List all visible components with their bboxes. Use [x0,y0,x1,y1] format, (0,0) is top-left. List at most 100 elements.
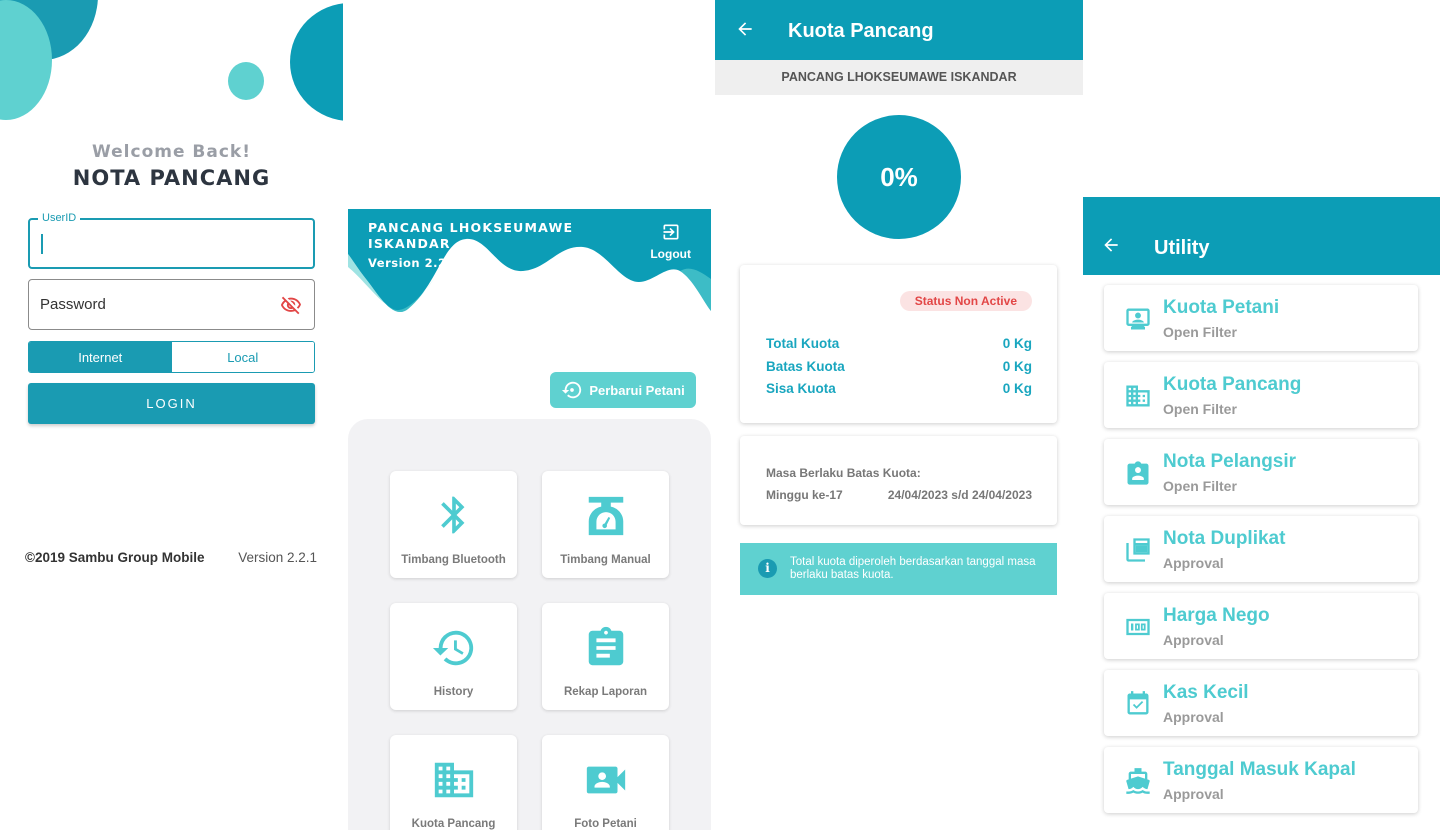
login-screen: Welcome Back! NOTA PANCANG UserID Passwo… [0,0,343,830]
copy-icon [1124,536,1152,569]
menu-rekap-laporan[interactable]: Rekap Laporan [542,603,669,710]
menu-label: Timbang Manual [560,554,651,566]
utility-title: Nota Pelangsir [1163,451,1297,472]
sync-icon [562,381,582,399]
status-bar [1083,197,1440,213]
userid-field[interactable]: UserID [28,212,315,269]
logout-icon [663,224,679,240]
userid-label: UserID [38,212,81,224]
kuota-screen: Kuota Pancang PANCANG LHOKSEUMAWE ISKAND… [715,0,1083,830]
menu-foto-petani[interactable]: Foto Petani [542,735,669,830]
logout-button[interactable]: Logout [650,222,691,261]
quota-row: Batas Kuota 0 Kg [766,359,1032,374]
utility-item-nota-duplikat[interactable]: Nota Duplikat Approval [1104,516,1418,582]
info-icon: i [758,559,777,578]
quota-row-value: 0 Kg [1002,359,1032,374]
info-banner: i Total kuota diperoleh berdasarkan tang… [740,543,1057,595]
menu-timbang-bluetooth[interactable]: Timbang Bluetooth [390,471,517,578]
app-version: Version 2.2.1 [368,256,460,270]
utility-subtitle: Approval [1163,786,1224,802]
utility-item-kuota-petani[interactable]: Kuota Petani Open Filter [1104,285,1418,351]
decor-circle [228,62,264,100]
mode-internet[interactable]: Internet [29,342,172,372]
logout-label: Logout [650,247,691,261]
home-screen: PANCANG LHOKSEUMAWE ISKANDAR Version 2.2… [348,0,711,830]
copyright-text: ©2019 Sambu Group Mobile [25,550,205,565]
utility-item-kuota-pancang[interactable]: Kuota Pancang Open Filter [1104,362,1418,428]
building-icon [390,757,517,808]
bluetooth-icon [390,493,517,542]
update-farmer-button[interactable]: Perbarui Petani [550,372,696,408]
app-name: NOTA PANCANG [72,166,271,190]
quota-percent-circle: 0% [837,115,961,239]
utility-title: Kuota Pancang [1163,374,1302,395]
utility-subtitle: Approval [1163,555,1224,571]
utility-subtitle: Open Filter [1163,324,1237,340]
period-label: Masa Berlaku Batas Kuota: [766,466,921,480]
station-name: PANCANG LHOKSEUMAWE ISKANDAR [368,220,574,251]
back-arrow-icon[interactable] [1101,235,1121,260]
menu-history[interactable]: History [390,603,517,710]
quota-row-label: Batas Kuota [766,359,845,374]
utility-subtitle: Open Filter [1163,478,1237,494]
quota-row-label: Sisa Kuota [766,381,836,396]
utility-item-harga-nego[interactable]: Harga Nego Approval [1104,593,1418,659]
mode-local[interactable]: Local [171,342,314,372]
utility-item-nota-pelangsir[interactable]: Nota Pelangsir Open Filter [1104,439,1418,505]
scale-icon [542,493,669,544]
menu-grid: Timbang Bluetooth Timbang Manual History… [348,419,711,830]
page-title: Kuota Pancang [788,20,934,42]
period-week: Minggu ke-17 [766,488,843,502]
eye-off-icon[interactable] [280,294,302,321]
page-title: Utility [1154,237,1210,259]
utility-title: Tanggal Masuk Kapal [1163,759,1356,780]
menu-timbang-manual[interactable]: Timbang Manual [542,471,669,578]
ship-icon [1124,767,1152,800]
welcome-text: Welcome Back! [92,142,251,162]
counter-icon [1124,613,1152,646]
quota-row-label: Total Kuota [766,336,840,351]
period-range: 24/04/2023 s/d 24/04/2023 [887,488,1032,502]
building-icon [1124,382,1152,415]
quota-row: Sisa Kuota 0 Kg [766,381,1032,396]
back-arrow-icon[interactable] [735,19,755,44]
utility-subtitle: Approval [1163,709,1224,725]
status-badge: Status Non Active [899,291,1032,311]
utility-item-kas-kecil[interactable]: Kas Kecil Approval [1104,670,1418,736]
text-cursor [41,234,43,254]
calendar-check-icon [1124,690,1152,723]
menu-label: History [433,686,474,698]
menu-kuota-pancang[interactable]: Kuota Pancang [390,735,517,830]
menu-label: Timbang Bluetooth [401,554,506,566]
login-button[interactable]: LOGIN [28,383,315,424]
quota-row-value: 0 Kg [1002,336,1032,351]
quota-summary-card: Status Non Active Total Kuota 0 Kg Batas… [740,265,1057,423]
quota-period-card: Masa Berlaku Batas Kuota: Minggu ke-17 2… [740,436,1057,525]
history-icon [390,625,517,676]
clipboard-icon [542,625,669,676]
utility-item-tanggal-masuk-kapal[interactable]: Tanggal Masuk Kapal Approval [1104,747,1418,813]
info-text: Total kuota diperoleh berdasarkan tangga… [790,556,1036,581]
app-bar: Utility [1083,213,1440,275]
connection-mode-toggle[interactable]: Internet Local [28,341,315,373]
update-farmer-label: Perbarui Petani [589,382,685,398]
decor-circle [290,3,343,121]
utility-title: Kuota Petani [1163,297,1280,318]
menu-label: Rekap Laporan [563,686,648,698]
password-field[interactable]: Password [28,279,315,330]
quota-row-value: 0 Kg [1002,381,1032,396]
utility-screen: Utility Kuota Petani Open Filter Kuota P… [1083,0,1440,830]
utility-title: Nota Duplikat [1163,528,1286,549]
menu-label: Kuota Pancang [411,818,496,830]
utility-title: Kas Kecil [1163,682,1249,703]
app-bar: Kuota Pancang [715,0,1083,60]
menu-label: Foto Petani [574,818,637,830]
version-text: Version 2.2.1 [238,550,317,565]
password-placeholder: Password [40,296,106,313]
quota-row: Total Kuota 0 Kg [766,336,1032,351]
camera-icon [542,757,669,808]
station-name: PANCANG LHOKSEUMAWE ISKANDAR [715,60,1083,95]
badge-icon [1124,459,1152,492]
utility-title: Harga Nego [1163,605,1270,626]
utility-subtitle: Approval [1163,632,1224,648]
